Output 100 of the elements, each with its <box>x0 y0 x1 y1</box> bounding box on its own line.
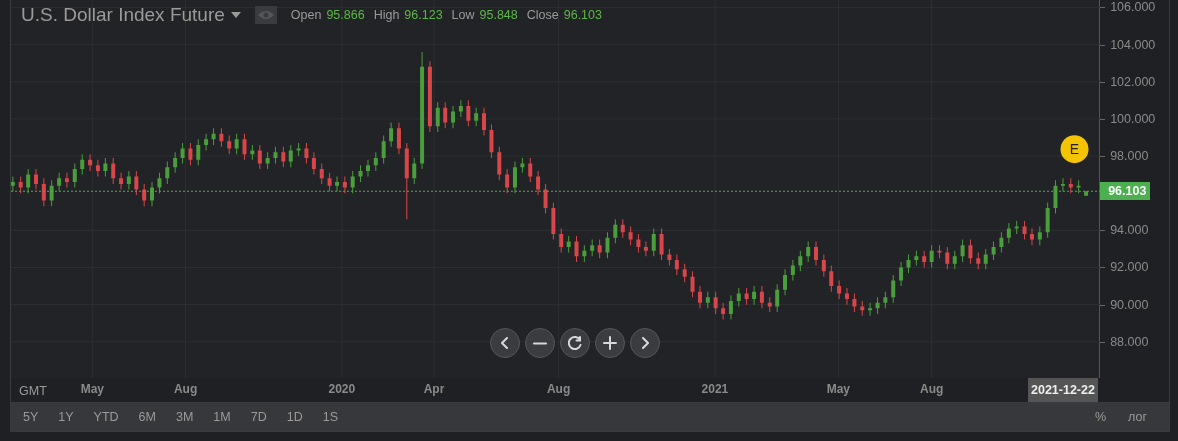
range-button[interactable]: 1D <box>286 410 303 424</box>
candle <box>983 248 988 270</box>
candle <box>250 144 255 160</box>
candle <box>26 169 31 194</box>
x-axis-label: 2020 <box>328 382 356 396</box>
candle <box>698 286 702 309</box>
candle <box>929 245 934 268</box>
candle <box>566 235 571 253</box>
range-button[interactable]: 1S <box>322 410 338 424</box>
candle <box>180 143 185 164</box>
candle <box>257 144 262 170</box>
date-badge: 2021-12-22 <box>1028 378 1098 402</box>
candle <box>613 219 618 244</box>
candle <box>458 100 463 117</box>
chevron-right-icon <box>641 337 649 349</box>
candle <box>11 176 15 192</box>
range-button[interactable]: 3M <box>175 410 194 424</box>
candle <box>976 252 981 270</box>
ohlc-value: 95.848 <box>479 8 518 22</box>
candle <box>366 159 370 177</box>
ohlc-label: Open <box>290 8 322 22</box>
chart-nav-button[interactable] <box>525 328 555 358</box>
candle <box>95 159 100 177</box>
candle <box>119 172 124 190</box>
candle <box>350 170 355 194</box>
candle <box>373 152 378 171</box>
candle <box>427 61 432 132</box>
x-axis-label: Aug <box>173 382 198 396</box>
caret-icon[interactable] <box>230 12 241 18</box>
candle <box>636 234 641 253</box>
annotation: E <box>1069 141 1080 158</box>
candle <box>319 163 324 184</box>
chart-nav-button[interactable] <box>595 328 625 358</box>
candle <box>227 135 232 155</box>
candle <box>327 172 332 192</box>
candle <box>1022 221 1027 240</box>
candle <box>752 286 757 305</box>
instrument-title[interactable]: U.S. Dollar Index Future <box>21 4 225 26</box>
candle <box>396 122 401 155</box>
chart-nav-button[interactable] <box>630 328 660 358</box>
candle <box>234 133 239 155</box>
candle <box>906 254 911 274</box>
candle <box>288 144 293 168</box>
range-button[interactable]: 5Y <box>23 410 39 424</box>
range-button[interactable]: 7D <box>250 410 267 424</box>
candle <box>49 180 54 207</box>
ohlc-value: 96.123 <box>404 8 443 22</box>
candle <box>767 297 772 313</box>
y-axis-label: 98.000 <box>1110 149 1149 163</box>
candle <box>88 154 93 171</box>
candle <box>682 263 687 283</box>
candle <box>728 295 733 320</box>
ohlc-value: 95.866 <box>326 8 365 22</box>
candle <box>643 241 648 257</box>
y-axis-label: 104.000 <box>1110 37 1156 52</box>
candle <box>173 152 178 173</box>
scale-option[interactable]: % <box>1094 410 1107 424</box>
candle <box>543 183 548 214</box>
candle <box>435 102 440 132</box>
candle <box>574 235 579 262</box>
chart-nav-button[interactable] <box>560 328 590 358</box>
candle <box>891 274 896 303</box>
x-axis-label: May <box>80 382 104 396</box>
candle <box>536 170 541 196</box>
candle <box>342 176 347 194</box>
candle <box>265 152 270 170</box>
candle <box>41 178 46 207</box>
candle <box>605 232 610 259</box>
candle <box>868 302 873 316</box>
candle <box>389 122 394 147</box>
candle <box>188 143 193 166</box>
y-axis-label: 106.000 <box>1110 0 1156 15</box>
candle <box>211 128 216 145</box>
scale-option[interactable]: лог <box>1128 410 1147 424</box>
candle <box>1068 178 1073 194</box>
candle <box>150 182 154 207</box>
candle <box>806 241 811 262</box>
candle <box>443 102 448 129</box>
event-marker[interactable]: E <box>1060 135 1089 164</box>
candle <box>814 241 818 266</box>
candle <box>1030 228 1034 246</box>
plus-icon <box>603 336 617 350</box>
candle <box>991 241 996 261</box>
candle <box>1053 180 1058 214</box>
candle <box>489 124 494 158</box>
candle <box>296 143 301 157</box>
minus-icon <box>533 341 547 345</box>
candle <box>1037 226 1042 246</box>
range-button[interactable]: YTD <box>93 410 119 424</box>
x-axis-label: Aug <box>546 382 571 396</box>
candle <box>937 245 942 259</box>
candle <box>497 146 502 181</box>
chart-nav-button[interactable] <box>490 328 520 358</box>
candle <box>783 269 788 296</box>
range-button[interactable]: 1Y <box>58 410 74 424</box>
candle <box>759 286 764 309</box>
candle <box>999 232 1004 253</box>
range-button[interactable]: 1M <box>213 410 231 424</box>
range-button[interactable]: 6M <box>138 410 156 424</box>
y-axis-label: 88.000 <box>1110 334 1149 349</box>
